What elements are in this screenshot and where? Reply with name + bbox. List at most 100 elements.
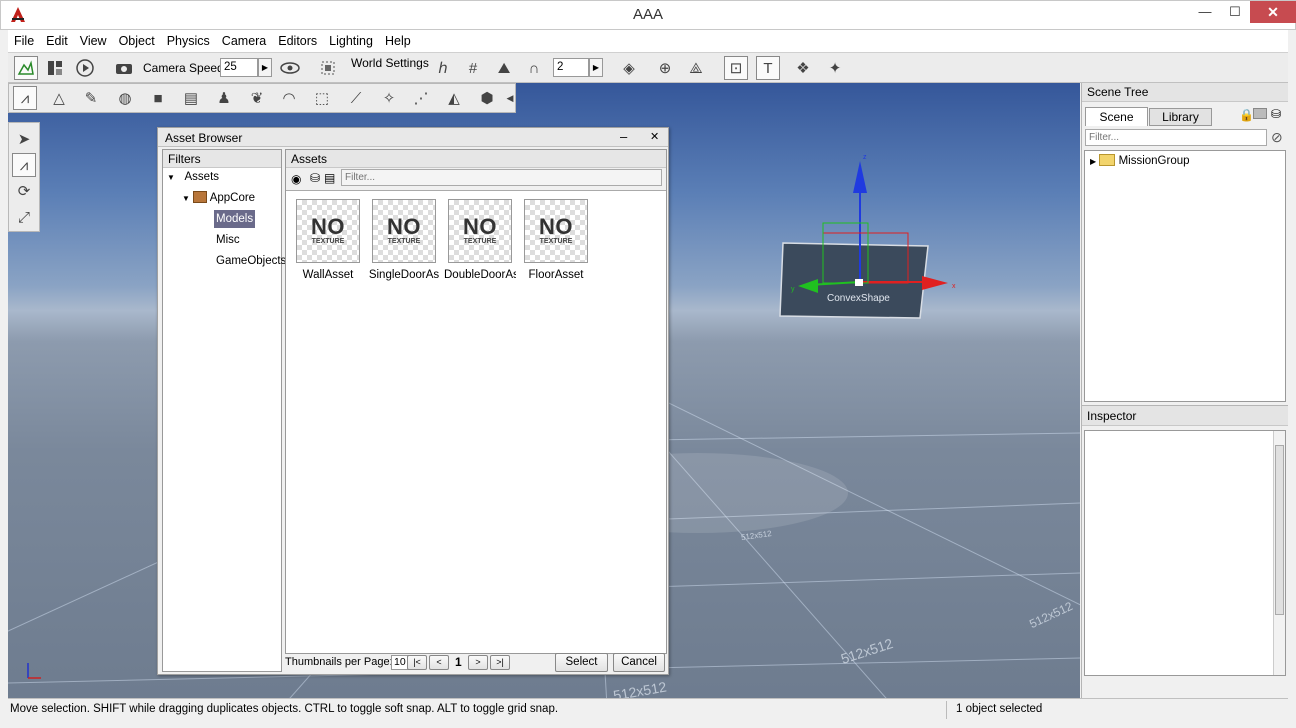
scene-tree-list: ▶ MissionGroup — [1084, 150, 1286, 402]
prefab-icon[interactable]: ✦ — [823, 56, 847, 80]
select-button[interactable]: Select — [555, 653, 608, 672]
tree-item-gameobjects[interactable]: GameObjects — [216, 252, 286, 270]
move-tool-icon[interactable]: ⩘ — [12, 153, 36, 177]
main-toolbar: Camera Speed 25 ▶ World Settings ℎ # ⛰ ∩… — [8, 52, 1288, 83]
prev-page-button[interactable]: < — [429, 655, 449, 670]
visibility-eye-icon[interactable] — [278, 56, 302, 80]
minimize-button[interactable]: — — [1190, 1, 1220, 23]
forest-tool-icon[interactable]: ❦ — [245, 86, 269, 110]
asset-browser-minimize-icon[interactable]: – — [620, 129, 627, 144]
menu-physics[interactable]: Physics — [161, 30, 216, 52]
play-icon[interactable] — [73, 56, 97, 80]
cancel-button[interactable]: Cancel — [613, 653, 665, 672]
snap-value-input[interactable]: 2 — [553, 58, 589, 77]
thumbnail-floorasset[interactable]: NO TEXTURE — [524, 199, 588, 263]
scrollbar-thumb[interactable] — [1275, 445, 1284, 615]
world-editor-icon[interactable] — [14, 56, 38, 80]
first-page-button[interactable]: |< — [407, 655, 427, 670]
menu-edit[interactable]: Edit — [40, 30, 74, 52]
menu-object[interactable]: Object — [113, 30, 161, 52]
menu-view[interactable]: View — [74, 30, 113, 52]
visibility-eye-icon[interactable]: ◉ — [291, 172, 301, 186]
terrain-snap-icon[interactable]: ⛰ — [492, 56, 516, 80]
paint-tool-icon[interactable]: ✎ — [79, 86, 103, 110]
filters-panel: Filters ▼ Assets ▼ AppCore Models Misc G… — [162, 149, 286, 672]
tree-item-misc[interactable]: Misc — [216, 231, 240, 249]
tree-item-appcore[interactable]: ▼ AppCore — [182, 189, 255, 207]
tree-item-assets[interactable]: ▼ Assets — [167, 168, 219, 186]
river-tool-icon[interactable]: ◠ — [277, 86, 301, 110]
object-transform-icon[interactable]: ⟁ — [684, 56, 708, 80]
terrain-tool-icon[interactable]: △ — [47, 86, 71, 110]
tab-library[interactable]: Library — [1149, 108, 1212, 126]
assets-filter-input[interactable] — [341, 169, 662, 186]
datablock-tool-icon[interactable]: ▤ — [179, 86, 203, 110]
tab-scene[interactable]: Scene — [1085, 107, 1148, 126]
scene-tree-header: Scene Tree — [1082, 83, 1288, 102]
close-button[interactable]: ✕ — [1250, 1, 1296, 23]
grid-snap-icon[interactable]: # — [461, 56, 485, 80]
text-labels-icon[interactable]: T — [756, 56, 780, 80]
menu-file[interactable]: File — [8, 30, 40, 52]
expand-arrow-icon[interactable]: ▼ — [167, 173, 175, 182]
thumbnail-singledoorasset[interactable]: NO TEXTURE — [372, 199, 436, 263]
expand-arrow-icon[interactable]: ▶ — [1090, 157, 1096, 166]
world-settings-label[interactable]: World Settings — [351, 56, 429, 70]
object-snap-icon[interactable]: ◈ — [617, 56, 641, 80]
collapse-toolbar-icon[interactable]: ◀ — [505, 86, 515, 110]
thumbnail-label: DoubleDoorAs — [444, 269, 516, 281]
camera-icon[interactable] — [112, 56, 136, 80]
camera-speed-input[interactable]: 25 — [220, 58, 258, 77]
drop-at-icon[interactable]: ❖ — [791, 56, 815, 80]
menu-help[interactable]: Help — [379, 30, 417, 52]
maximize-button[interactable]: ☐ — [1220, 1, 1250, 23]
menu-editors[interactable]: Editors — [272, 30, 323, 52]
clear-filter-icon[interactable]: ⊘ — [1271, 129, 1283, 146]
expand-arrow-icon[interactable]: ▼ — [182, 194, 190, 203]
particle-tool-icon[interactable]: ✧ — [377, 86, 401, 110]
thumbnail-label: SingleDoorAs — [368, 269, 440, 281]
inspector-scrollbar[interactable] — [1273, 431, 1285, 675]
thumbnails-per-page-label: Thumbnails per Page: — [285, 656, 393, 668]
snap-to-bone-icon[interactable]: ℎ — [431, 56, 455, 80]
tree-item-missiongroup[interactable]: ▶ MissionGroup — [1090, 152, 1190, 170]
asset-browser-title: Asset Browser — [165, 131, 243, 145]
path-tool-icon[interactable]: ⋰ — [409, 86, 433, 110]
next-page-button[interactable]: > — [468, 655, 488, 670]
player-tool-icon[interactable]: ♟ — [212, 86, 236, 110]
thumbnail-doubledoorasset[interactable]: NO TEXTURE — [448, 199, 512, 263]
convex-tool-icon[interactable]: ⬚ — [310, 86, 334, 110]
menu-camera[interactable]: Camera — [216, 30, 272, 52]
select-arrow-icon[interactable]: ➤ — [12, 127, 36, 151]
tree-item-models[interactable]: Models — [214, 210, 256, 228]
magnet-snap-icon[interactable]: ∩ — [522, 56, 546, 80]
database-icon[interactable]: ⛁ — [1271, 107, 1281, 121]
thumbnail-grid: NO TEXTURE WallAsset NO TEXTURE SingleDoor… — [286, 190, 666, 653]
gui-editor-icon[interactable] — [43, 56, 67, 80]
scale-tool-icon[interactable]: ⤢ — [12, 205, 36, 229]
thumbnail-wallasset[interactable]: NO TEXTURE — [296, 199, 360, 263]
sphere-tool-icon[interactable]: ◍ — [113, 86, 137, 110]
snap-value-arrow-icon[interactable]: ▶ — [589, 58, 603, 77]
navmesh-tool-icon[interactable]: ⬢ — [475, 86, 499, 110]
fit-view-icon[interactable] — [316, 56, 340, 80]
select-object-tool-icon[interactable]: ⩘ — [13, 86, 37, 110]
last-page-button[interactable]: >| — [490, 655, 510, 670]
road-tool-icon[interactable]: ⟋ — [344, 86, 368, 110]
menu-lighting[interactable]: Lighting — [323, 30, 379, 52]
menu-bar: File Edit View Object Physics Camera Editors Li… — [8, 30, 1288, 52]
window-title: AAA — [632, 6, 663, 23]
cube-tool-icon[interactable]: ■ — [146, 86, 170, 110]
select-bounds-icon[interactable]: ⊡ — [724, 56, 748, 80]
rotate-tool-icon[interactable]: ⟳ — [12, 179, 36, 203]
lock-icon[interactable]: 🔒 — [1239, 108, 1254, 122]
camera-speed-arrow-icon[interactable]: ▶ — [258, 58, 272, 77]
status-divider — [946, 701, 947, 719]
asset-browser-close-icon[interactable]: ✕ — [650, 130, 659, 143]
mesh-road-tool-icon[interactable]: ◭ — [442, 86, 466, 110]
scene-filter-input[interactable] — [1085, 129, 1267, 146]
database-icon[interactable]: ⛁ — [310, 171, 320, 185]
folder-icon[interactable] — [1253, 108, 1267, 119]
list-view-icon[interactable]: ▤ — [324, 171, 335, 185]
world-transform-icon[interactable]: ⊕ — [653, 56, 677, 80]
